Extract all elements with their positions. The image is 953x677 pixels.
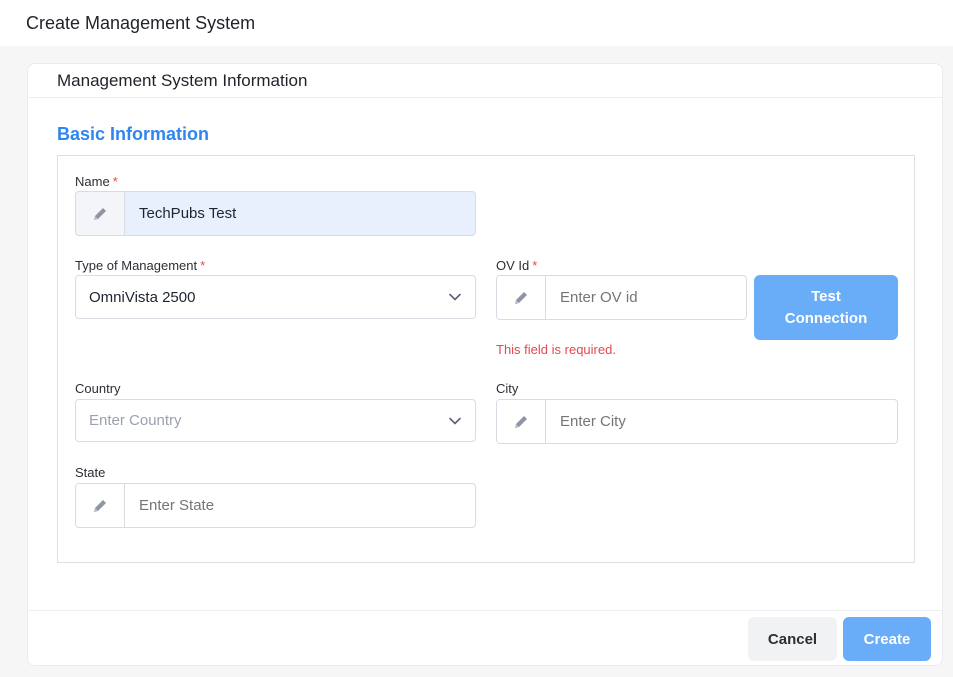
- chevron-down-icon: [449, 417, 461, 425]
- create-button[interactable]: Create: [843, 617, 931, 661]
- pencil-icon: [497, 276, 546, 319]
- chevron-down-icon: [449, 293, 461, 301]
- management-system-card: Management System Information Basic Info…: [27, 63, 943, 666]
- state-label: State: [75, 465, 106, 480]
- name-label: Name *: [75, 174, 118, 189]
- required-mark: *: [112, 174, 118, 189]
- cancel-button[interactable]: Cancel: [748, 617, 837, 661]
- page-title: Create Management System: [26, 12, 256, 33]
- footer-divider: [28, 610, 942, 611]
- section-title: Basic Information: [57, 124, 210, 144]
- type-of-management-select[interactable]: OmniVista 2500: [75, 275, 476, 319]
- required-mark: *: [532, 258, 538, 273]
- type-of-management-label: Type of Management *: [75, 258, 206, 273]
- city-input[interactable]: [546, 400, 897, 443]
- name-field[interactable]: TechPubs Test: [75, 191, 476, 236]
- ov-id-field[interactable]: [496, 275, 747, 320]
- city-field[interactable]: [496, 399, 898, 444]
- name-input[interactable]: TechPubs Test: [125, 192, 475, 235]
- city-label: City: [496, 381, 519, 396]
- state-input[interactable]: [125, 484, 475, 527]
- basic-information-fieldset: Name * TechPubs Test Type of Management * …: [57, 155, 915, 563]
- country-placeholder: Enter Country: [89, 412, 182, 429]
- required-mark: *: [200, 258, 206, 273]
- country-label: Country: [75, 381, 121, 396]
- test-connection-button[interactable]: Test Connection: [754, 275, 898, 340]
- country-select[interactable]: Enter Country: [75, 399, 476, 442]
- ov-id-label: OV Id *: [496, 258, 538, 273]
- state-field[interactable]: [75, 483, 476, 528]
- card-title: Management System Information: [57, 70, 308, 90]
- page-header: Create Management System: [0, 0, 953, 46]
- ov-id-input[interactable]: [546, 276, 746, 319]
- pencil-icon: [76, 484, 125, 527]
- pencil-icon: [497, 400, 546, 443]
- ov-id-error: This field is required.: [496, 342, 616, 357]
- pencil-icon: [76, 192, 125, 235]
- card-header: Management System Information: [28, 64, 942, 98]
- type-of-management-value: OmniVista 2500: [89, 288, 196, 306]
